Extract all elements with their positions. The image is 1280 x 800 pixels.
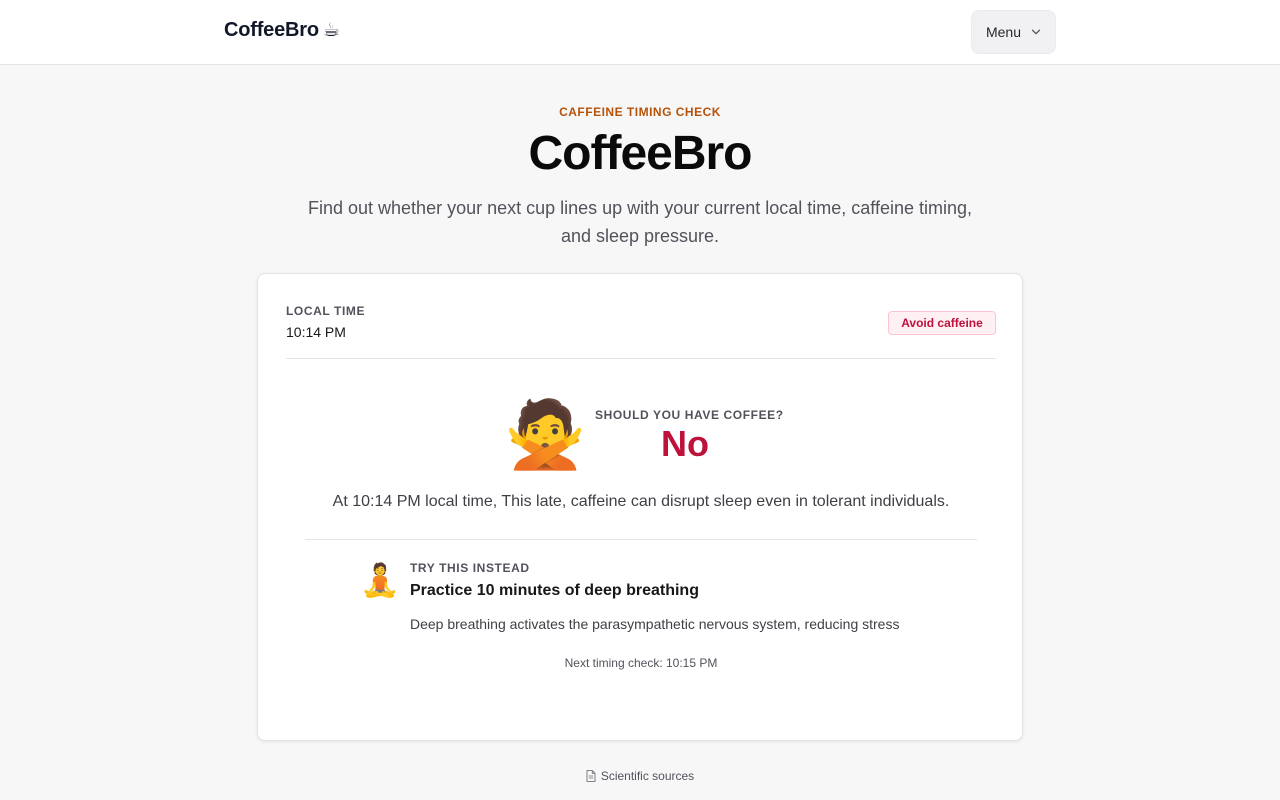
- brand-name: CoffeeBro: [224, 19, 319, 41]
- timing-result-card: LOCAL TIME 10:14 PM Avoid caffeine 🙅 SHO…: [257, 273, 1023, 741]
- alternative-label: TRY THIS INSTEAD: [410, 561, 530, 575]
- hero-eyebrow: CAFFEINE TIMING CHECK: [559, 105, 721, 119]
- menu-button-label: Menu: [985, 24, 1022, 40]
- verdict-answer: No: [661, 423, 709, 464]
- alternative-description: Deep breathing activates the parasympath…: [410, 616, 900, 632]
- page-title: CoffeeBro: [528, 127, 752, 180]
- question-label: SHOULD YOU HAVE COFFEE?: [595, 408, 784, 422]
- alternative-title: Practice 10 minutes of deep breathing: [410, 582, 699, 599]
- scientific-sources-label: Scientific sources: [600, 769, 695, 783]
- section-divider: [305, 539, 977, 540]
- local-time-value: 10:14 PM: [286, 324, 346, 340]
- menu-button[interactable]: Menu: [971, 10, 1056, 54]
- person-gesturing-no-icon: 🙅: [504, 397, 587, 471]
- document-icon: [586, 770, 596, 782]
- verdict-reason: At 10:14 PM local time, This late, caffe…: [332, 493, 950, 510]
- brand-logo[interactable]: CoffeeBro ☕: [224, 19, 340, 42]
- page-subtitle: Find out whether your next cup lines up …: [308, 198, 972, 246]
- top-nav-bar: CoffeeBro ☕ Menu: [0, 0, 1280, 65]
- status-badge: Avoid caffeine: [888, 311, 996, 335]
- scientific-sources-link[interactable]: Scientific sources: [0, 769, 1280, 783]
- coffee-cup-icon: ☕: [322, 20, 340, 41]
- card-divider: [286, 358, 996, 359]
- chevron-down-icon: [1031, 29, 1041, 35]
- meditation-icon: 🧘: [360, 562, 400, 598]
- next-check-time: Next timing check: 10:15 PM: [564, 656, 718, 670]
- local-time-label: LOCAL TIME: [286, 304, 366, 318]
